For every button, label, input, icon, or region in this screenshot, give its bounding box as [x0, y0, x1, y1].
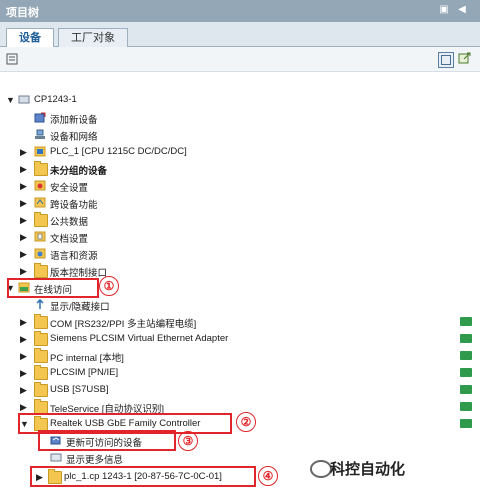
collapsed-arrow-icon[interactable]: ▶	[20, 385, 30, 395]
pin-icon[interactable]: ▣	[438, 4, 450, 16]
status-green-icon	[460, 402, 472, 411]
add-device-icon	[34, 112, 46, 123]
toolbar	[0, 47, 480, 72]
language-icon	[34, 248, 46, 259]
callout-number: ④	[258, 466, 278, 486]
folder-icon	[34, 348, 48, 363]
window-title: 项目树	[6, 7, 39, 19]
tree-row-more-info[interactable]: 显示更多信息	[0, 450, 480, 466]
tree-row-crossdevice[interactable]: ▶ 跨设备功能	[0, 195, 480, 211]
tree-label-languages: 语言和资源	[50, 251, 98, 262]
tree-row-doc-settings[interactable]: ▶ 文档设置	[0, 229, 480, 245]
tree-label-doc-settings: 文档设置	[50, 234, 89, 245]
network-icon	[35, 129, 45, 139]
tree-row-project[interactable]: ▼ CP1243-1	[0, 92, 480, 108]
tree-row-add-device[interactable]: 添加新设备	[0, 110, 480, 126]
folder-icon	[34, 212, 48, 227]
collapsed-arrow-icon[interactable]: ▶	[20, 164, 30, 174]
collapsed-arrow-icon[interactable]: ▶	[20, 181, 30, 191]
status-green-icon	[460, 351, 472, 360]
tab-devices[interactable]: 设备	[6, 28, 54, 48]
tree-row-common-data[interactable]: ▶ 公共数据	[0, 212, 480, 228]
callout-number: ①	[99, 276, 119, 296]
collapse-icon[interactable]: ◀	[456, 4, 468, 16]
tree-row-pc-internal[interactable]: ▶ PC internal [本地]	[0, 348, 480, 364]
tree-label-crossdevice: 跨设备功能	[50, 200, 98, 211]
folder-icon	[34, 382, 48, 397]
cpu-icon	[18, 95, 30, 104]
tree-label-more-info: 显示更多信息	[66, 455, 124, 466]
plc-icon	[34, 146, 46, 157]
expanded-arrow-icon[interactable]: ▼	[6, 95, 16, 105]
tab-bar: 设备 工厂对象	[0, 22, 480, 48]
wechat-icon	[310, 460, 332, 478]
tree-label-version-control: 版本控制接口	[50, 268, 108, 279]
watermark: 科控自动化	[330, 461, 406, 478]
info-icon	[50, 453, 62, 462]
collapsed-arrow-icon[interactable]: ▶	[20, 249, 30, 259]
tree-label-plc1: PLC_1 [CPU 1215C DC/DC/DC]	[50, 146, 187, 157]
collapsed-arrow-icon[interactable]: ▶	[20, 334, 30, 344]
tree-label-plcsim-pnie: PLCSIM [PN/IE]	[50, 367, 119, 378]
tree-label-project: CP1243-1	[34, 94, 77, 105]
tab-plant-objects[interactable]: 工厂对象	[58, 28, 128, 47]
tree-label-security: 安全设置	[50, 183, 89, 194]
doc-icon	[34, 231, 46, 242]
callout-box-update	[38, 430, 176, 451]
tree-row-plcsim-pnie[interactable]: ▶ PLCSIM [PN/IE]	[0, 365, 480, 381]
tree-label-pc-internal: PC internal [本地]	[50, 353, 124, 364]
folder-icon	[34, 365, 48, 380]
collapsed-arrow-icon[interactable]: ▶	[20, 351, 30, 361]
security-icon	[34, 180, 46, 191]
callout-box-online-access	[7, 278, 99, 298]
status-green-icon	[460, 419, 472, 428]
grid-view-icon[interactable]	[438, 52, 454, 68]
folder-icon	[34, 331, 48, 346]
collapsed-arrow-icon[interactable]: ▶	[20, 266, 30, 276]
status-green-icon	[460, 385, 472, 394]
tree-label-com: COM [RS232/PPI 多主站编程电缆]	[50, 319, 197, 330]
callout-number: ③	[178, 431, 198, 451]
crossdevice-icon	[34, 197, 46, 208]
folder-icon	[34, 161, 48, 176]
tree-row-show-hide[interactable]: 显示/隐藏接口	[0, 297, 480, 313]
callout-number: ②	[236, 412, 256, 432]
callout-box-plc-cp1243	[30, 466, 256, 487]
tree-label-usb: USB [S7USB]	[50, 384, 109, 395]
tree-row-devices-networks[interactable]: 设备和网络	[0, 127, 480, 143]
tree-row-security[interactable]: ▶ 安全设置	[0, 178, 480, 194]
tree-label-ungrouped: 未分组的设备	[50, 166, 108, 177]
window-titlebar: 项目树 ▣ ◀	[0, 0, 480, 22]
collapsed-arrow-icon[interactable]: ▶	[20, 402, 30, 412]
collapsed-arrow-icon[interactable]: ▶	[20, 147, 30, 157]
device-info-icon[interactable]	[6, 52, 20, 66]
expand-icon[interactable]	[458, 52, 472, 66]
tree-row-plc1[interactable]: ▶ PLC_1 [CPU 1215C DC/DC/DC]	[0, 144, 480, 160]
status-green-icon	[460, 334, 472, 343]
show-hide-icon	[36, 299, 44, 309]
tree-label-common-data: 公共数据	[50, 217, 89, 228]
tree-row-ungrouped[interactable]: ▶ 未分组的设备	[0, 161, 480, 177]
folder-icon	[34, 263, 48, 278]
collapsed-arrow-icon[interactable]: ▶	[20, 215, 30, 225]
tree-label-plcsim-virtual: Siemens PLCSIM Virtual Ethernet Adapter	[50, 333, 229, 344]
collapsed-arrow-icon[interactable]: ▶	[20, 317, 30, 327]
tree-row-languages[interactable]: ▶ 语言和资源	[0, 246, 480, 262]
tree-row-com[interactable]: ▶ COM [RS232/PPI 多主站编程电缆]	[0, 314, 480, 330]
tree-row-usb[interactable]: ▶ USB [S7USB]	[0, 382, 480, 398]
collapsed-arrow-icon[interactable]: ▶	[20, 368, 30, 378]
status-green-icon	[460, 317, 472, 326]
tree-row-version-control[interactable]: ▶ 版本控制接口	[0, 263, 480, 279]
tree-label-show-hide: 显示/隐藏接口	[50, 302, 110, 313]
tree-label-add-device: 添加新设备	[50, 115, 98, 126]
collapsed-arrow-icon[interactable]: ▶	[20, 232, 30, 242]
tree-label-devices-networks: 设备和网络	[50, 132, 98, 143]
status-green-icon	[460, 368, 472, 377]
collapsed-arrow-icon[interactable]: ▶	[20, 198, 30, 208]
folder-icon	[34, 314, 48, 329]
tree-row-plcsim-virtual[interactable]: ▶ Siemens PLCSIM Virtual Ethernet Adapte…	[0, 331, 480, 347]
